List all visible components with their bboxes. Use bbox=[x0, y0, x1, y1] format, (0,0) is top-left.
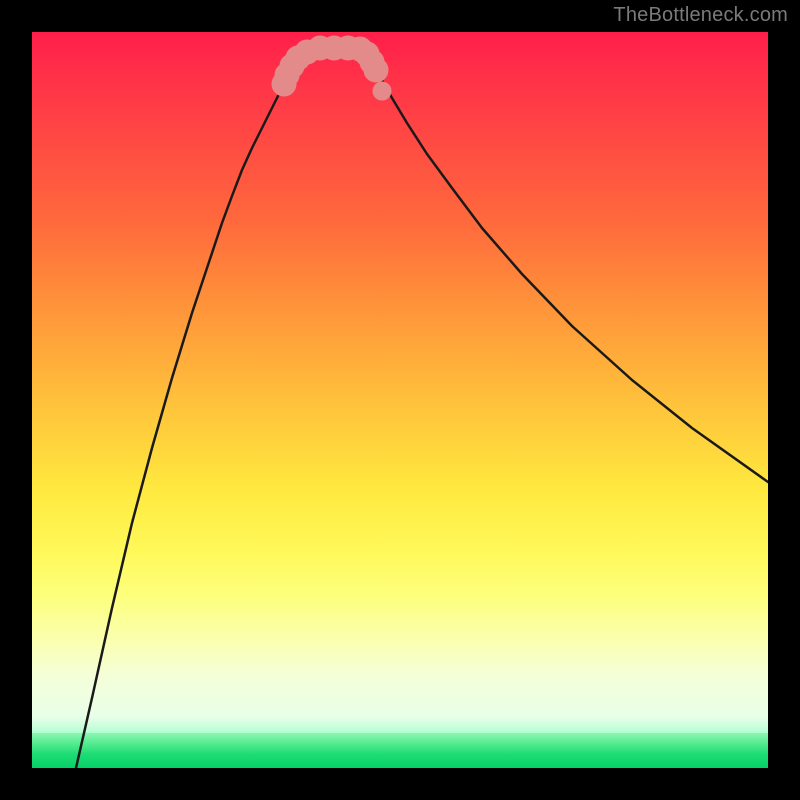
curve-right-curve bbox=[352, 48, 768, 482]
curve-series-group bbox=[76, 48, 768, 768]
curves-svg bbox=[32, 32, 768, 768]
watermark-text: TheBottleneck.com bbox=[613, 4, 788, 27]
data-marker-11 bbox=[364, 58, 388, 82]
curve-left-curve bbox=[76, 48, 342, 768]
plot-area bbox=[32, 32, 768, 768]
marker-group bbox=[272, 36, 391, 100]
chart-frame: TheBottleneck.com bbox=[0, 0, 800, 800]
data-marker-12 bbox=[373, 82, 391, 100]
